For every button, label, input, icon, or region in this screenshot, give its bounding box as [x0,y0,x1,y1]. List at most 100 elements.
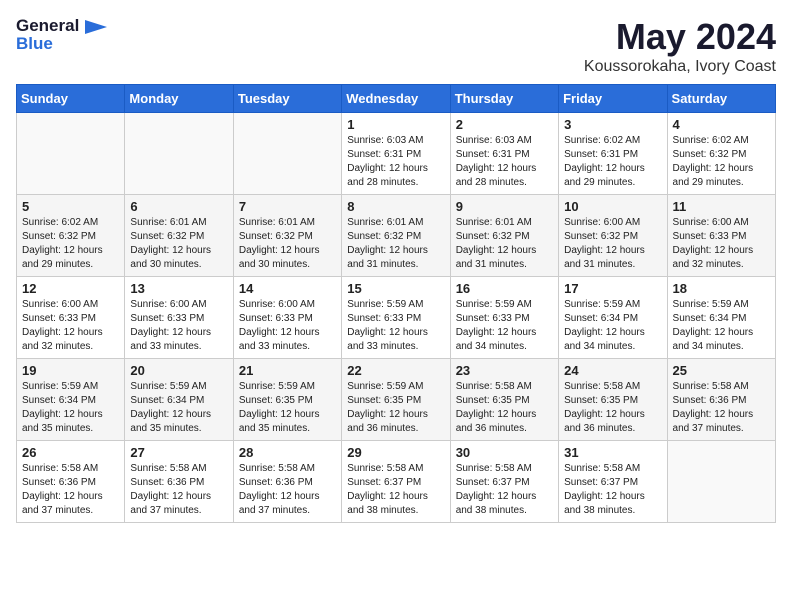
day-number: 18 [673,281,770,296]
day-cell-31: 31 Sunrise: 5:58 AMSunset: 6:37 PMDaylig… [559,441,667,523]
day-info: Sunrise: 5:58 AMSunset: 6:36 PMDaylight:… [22,463,103,516]
day-number: 8 [347,199,444,214]
day-cell-22: 22 Sunrise: 5:59 AMSunset: 6:35 PMDaylig… [342,359,450,441]
day-cell-2: 2 Sunrise: 6:03 AMSunset: 6:31 PMDayligh… [450,113,558,195]
logo-text: General Blue [16,16,107,55]
day-info: Sunrise: 6:02 AMSunset: 6:32 PMDaylight:… [673,135,754,188]
day-number: 11 [673,199,770,214]
day-cell-29: 29 Sunrise: 5:58 AMSunset: 6:37 PMDaylig… [342,441,450,523]
day-number: 24 [564,363,661,378]
day-info: Sunrise: 6:03 AMSunset: 6:31 PMDaylight:… [456,135,537,188]
week-row-1: 1 Sunrise: 6:03 AMSunset: 6:31 PMDayligh… [17,113,776,195]
logo: General Blue [16,16,107,55]
day-info: Sunrise: 6:00 AMSunset: 6:33 PMDaylight:… [130,299,211,352]
day-info: Sunrise: 6:01 AMSunset: 6:32 PMDaylight:… [456,217,537,270]
day-number: 31 [564,445,661,460]
day-info: Sunrise: 6:02 AMSunset: 6:32 PMDaylight:… [22,217,103,270]
day-cell-5: 5 Sunrise: 6:02 AMSunset: 6:32 PMDayligh… [17,195,125,277]
day-number: 9 [456,199,553,214]
day-cell-6: 6 Sunrise: 6:01 AMSunset: 6:32 PMDayligh… [125,195,233,277]
day-number: 23 [456,363,553,378]
day-number: 28 [239,445,336,460]
day-number: 16 [456,281,553,296]
day-info: Sunrise: 5:59 AMSunset: 6:33 PMDaylight:… [347,299,428,352]
day-cell-18: 18 Sunrise: 5:59 AMSunset: 6:34 PMDaylig… [667,277,775,359]
day-cell-3: 3 Sunrise: 6:02 AMSunset: 6:31 PMDayligh… [559,113,667,195]
day-cell-4: 4 Sunrise: 6:02 AMSunset: 6:32 PMDayligh… [667,113,775,195]
weekday-friday: Friday [559,85,667,113]
day-info: Sunrise: 5:58 AMSunset: 6:36 PMDaylight:… [130,463,211,516]
day-cell-7: 7 Sunrise: 6:01 AMSunset: 6:32 PMDayligh… [233,195,341,277]
day-cell-26: 26 Sunrise: 5:58 AMSunset: 6:36 PMDaylig… [17,441,125,523]
day-cell-11: 11 Sunrise: 6:00 AMSunset: 6:33 PMDaylig… [667,195,775,277]
day-info: Sunrise: 6:01 AMSunset: 6:32 PMDaylight:… [347,217,428,270]
day-number: 6 [130,199,227,214]
day-info: Sunrise: 5:59 AMSunset: 6:34 PMDaylight:… [564,299,645,352]
day-number: 1 [347,117,444,132]
day-number: 26 [22,445,119,460]
day-info: Sunrise: 5:58 AMSunset: 6:37 PMDaylight:… [564,463,645,516]
day-number: 7 [239,199,336,214]
day-info: Sunrise: 5:58 AMSunset: 6:36 PMDaylight:… [239,463,320,516]
day-cell-15: 15 Sunrise: 5:59 AMSunset: 6:33 PMDaylig… [342,277,450,359]
day-cell-27: 27 Sunrise: 5:58 AMSunset: 6:36 PMDaylig… [125,441,233,523]
day-cell-8: 8 Sunrise: 6:01 AMSunset: 6:32 PMDayligh… [342,195,450,277]
week-row-2: 5 Sunrise: 6:02 AMSunset: 6:32 PMDayligh… [17,195,776,277]
day-info: Sunrise: 5:59 AMSunset: 6:35 PMDaylight:… [239,381,320,434]
weekday-tuesday: Tuesday [233,85,341,113]
day-cell-19: 19 Sunrise: 5:59 AMSunset: 6:34 PMDaylig… [17,359,125,441]
day-cell-9: 9 Sunrise: 6:01 AMSunset: 6:32 PMDayligh… [450,195,558,277]
day-number: 30 [456,445,553,460]
weekday-saturday: Saturday [667,85,775,113]
day-number: 29 [347,445,444,460]
week-row-3: 12 Sunrise: 6:00 AMSunset: 6:33 PMDaylig… [17,277,776,359]
day-number: 21 [239,363,336,378]
day-info: Sunrise: 5:58 AMSunset: 6:37 PMDaylight:… [347,463,428,516]
weekday-sunday: Sunday [17,85,125,113]
day-number: 2 [456,117,553,132]
empty-cell [667,441,775,523]
empty-cell [125,113,233,195]
day-info: Sunrise: 5:58 AMSunset: 6:35 PMDaylight:… [456,381,537,434]
day-number: 10 [564,199,661,214]
week-row-4: 19 Sunrise: 5:59 AMSunset: 6:34 PMDaylig… [17,359,776,441]
day-cell-21: 21 Sunrise: 5:59 AMSunset: 6:35 PMDaylig… [233,359,341,441]
page-header: General Blue May 2024 Koussorokaha, Ivor… [16,16,776,76]
day-info: Sunrise: 5:58 AMSunset: 6:36 PMDaylight:… [673,381,754,434]
empty-cell [233,113,341,195]
day-info: Sunrise: 6:00 AMSunset: 6:33 PMDaylight:… [239,299,320,352]
day-number: 19 [22,363,119,378]
day-cell-14: 14 Sunrise: 6:00 AMSunset: 6:33 PMDaylig… [233,277,341,359]
day-cell-10: 10 Sunrise: 6:00 AMSunset: 6:32 PMDaylig… [559,195,667,277]
day-number: 22 [347,363,444,378]
week-row-5: 26 Sunrise: 5:58 AMSunset: 6:36 PMDaylig… [17,441,776,523]
day-cell-13: 13 Sunrise: 6:00 AMSunset: 6:33 PMDaylig… [125,277,233,359]
weekday-thursday: Thursday [450,85,558,113]
day-number: 25 [673,363,770,378]
day-cell-25: 25 Sunrise: 5:58 AMSunset: 6:36 PMDaylig… [667,359,775,441]
day-info: Sunrise: 6:00 AMSunset: 6:33 PMDaylight:… [22,299,103,352]
day-cell-17: 17 Sunrise: 5:59 AMSunset: 6:34 PMDaylig… [559,277,667,359]
day-cell-24: 24 Sunrise: 5:58 AMSunset: 6:35 PMDaylig… [559,359,667,441]
day-info: Sunrise: 6:02 AMSunset: 6:31 PMDaylight:… [564,135,645,188]
day-number: 13 [130,281,227,296]
day-info: Sunrise: 6:00 AMSunset: 6:33 PMDaylight:… [673,217,754,270]
day-number: 4 [673,117,770,132]
day-cell-12: 12 Sunrise: 6:00 AMSunset: 6:33 PMDaylig… [17,277,125,359]
day-cell-30: 30 Sunrise: 5:58 AMSunset: 6:37 PMDaylig… [450,441,558,523]
day-info: Sunrise: 5:58 AMSunset: 6:37 PMDaylight:… [456,463,537,516]
title-block: May 2024 Koussorokaha, Ivory Coast [584,16,776,76]
day-number: 5 [22,199,119,214]
day-cell-23: 23 Sunrise: 5:58 AMSunset: 6:35 PMDaylig… [450,359,558,441]
day-cell-28: 28 Sunrise: 5:58 AMSunset: 6:36 PMDaylig… [233,441,341,523]
day-number: 17 [564,281,661,296]
day-number: 27 [130,445,227,460]
empty-cell [17,113,125,195]
subtitle: Koussorokaha, Ivory Coast [584,58,776,76]
day-cell-16: 16 Sunrise: 5:59 AMSunset: 6:33 PMDaylig… [450,277,558,359]
day-number: 12 [22,281,119,296]
day-info: Sunrise: 5:59 AMSunset: 6:34 PMDaylight:… [22,381,103,434]
day-cell-1: 1 Sunrise: 6:03 AMSunset: 6:31 PMDayligh… [342,113,450,195]
day-number: 15 [347,281,444,296]
day-info: Sunrise: 6:00 AMSunset: 6:32 PMDaylight:… [564,217,645,270]
